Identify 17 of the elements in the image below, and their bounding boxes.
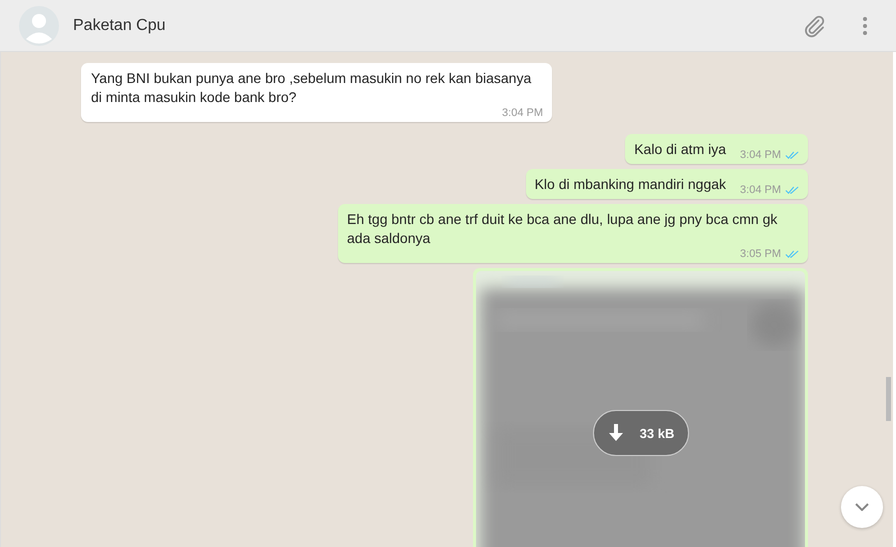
avatar-icon[interactable]: [19, 6, 59, 46]
chevron-down-icon: [855, 503, 869, 511]
chat-title[interactable]: Paketan Cpu: [73, 16, 166, 34]
paperclip-icon[interactable]: [802, 14, 826, 38]
message-text: Kalo di atm iya: [634, 140, 726, 159]
message-time: 3:04 PM: [502, 107, 543, 119]
scrollbar-thumb[interactable]: [886, 377, 891, 421]
message-time: 3:04 PM: [740, 149, 781, 161]
message-text: Eh tgg bntr cb ane trf duit ke bca ane dlu, lupa ane jg pny bca cmn gk ada saldonya: [347, 210, 778, 248]
menu-icon[interactable]: [862, 16, 868, 36]
scroll-down-button[interactable]: [841, 486, 883, 528]
message-time: 3:04 PM: [740, 184, 781, 196]
download-button[interactable]: 33 kB: [593, 410, 689, 456]
message-time: 3:05 PM: [740, 248, 781, 260]
message-text: Yang BNI bukan punya ane bro ,sebelum masukin no rek kan biasanya di minta masukin kode bank bro?: [91, 69, 532, 107]
download-icon: [608, 424, 624, 442]
message-text: Klo di mbanking mandiri nggak: [534, 175, 726, 194]
